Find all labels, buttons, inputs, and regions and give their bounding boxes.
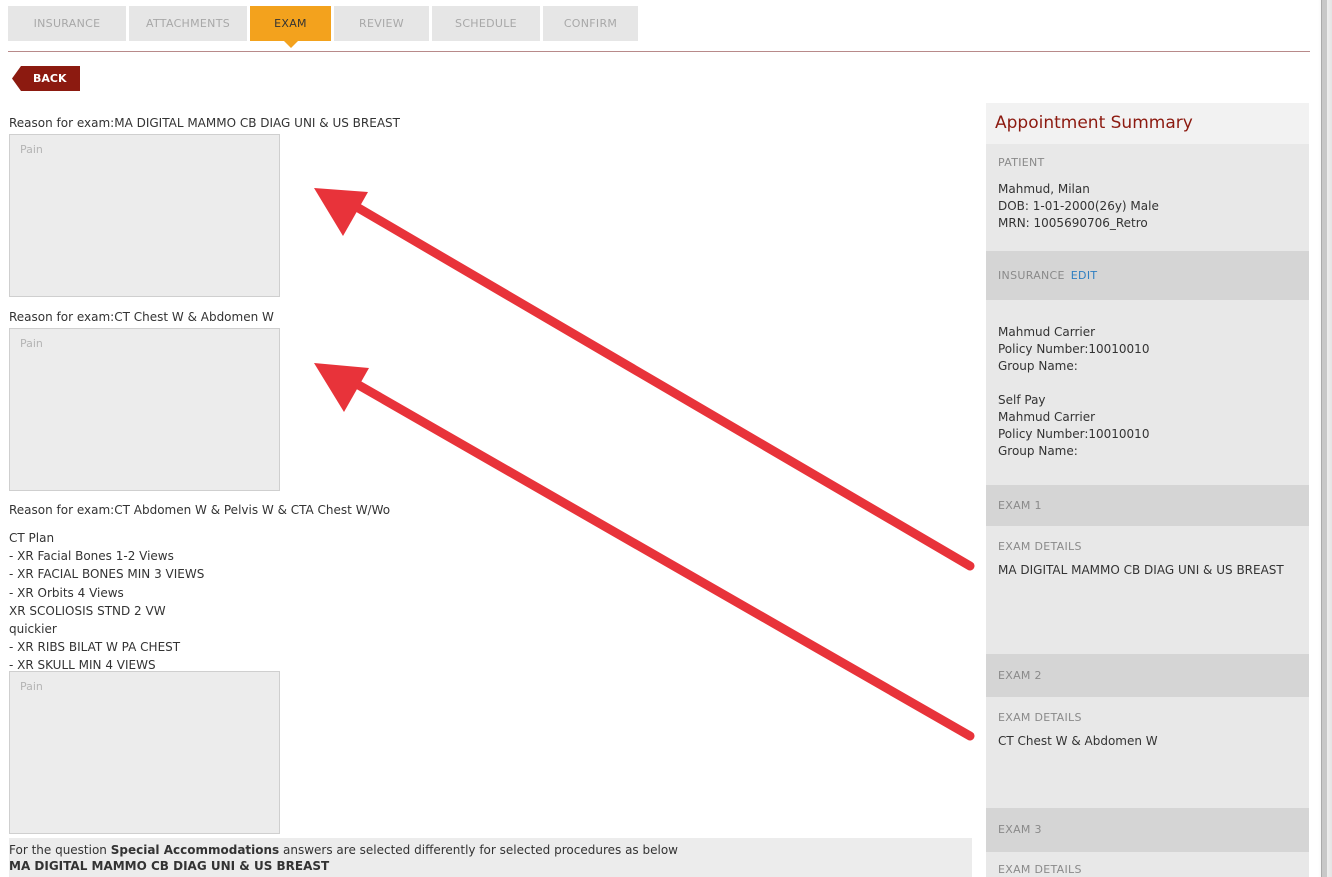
special-prefix: For the question [9,843,111,857]
exam-2-reason: Reason for exam:CT Chest W & Abdomen W [9,310,274,324]
special-question: Special Accommodations [110,843,280,857]
procedure-item: - XR Facial Bones 1-2 Views [9,549,174,564]
wizard-tabs: INSURANCE ATTACHMENTS EXAM REVIEW SCHEDU… [8,6,641,48]
insurance-entry-2: Self Pay Mahmud Carrier Policy Number:10… [998,392,1309,460]
exam-3-details-label: EXAM DETAILS [998,863,1082,876]
exam-1-details-label: EXAM DETAILS [998,540,1082,553]
exam-1-reason: Reason for exam:MA DIGITAL MAMMO CB DIAG… [9,116,400,130]
arrow-exam-1-head [314,188,368,236]
exam-2-section: EXAM DETAILS CT Chest W & Abdomen W [986,697,1309,808]
patient-dob: DOB: 1-01-2000(26y) Male [998,199,1159,213]
insurance-edit-link[interactable]: EDIT [1071,269,1098,282]
patient-name: Mahmud, Milan [998,182,1090,196]
insurance-section: Mahmud Carrier Policy Number:10010010 Gr… [986,300,1309,485]
procedure-item: quickier [9,622,57,637]
exam-1-details: MA DIGITAL MAMMO CB DIAG UNI & US BREAST [998,563,1284,577]
exam-2-details: CT Chest W & Abdomen W [998,734,1158,748]
special-suffix: answers are selected differently for sel… [279,843,678,857]
insurance-line: Group Name: [998,444,1078,458]
procedure-list: CT Plan - XR Facial Bones 1-2 Views - XR… [9,529,204,675]
arrow-exam-1-line [350,201,975,571]
procedure-item: XR SCOLIOSIS STND 2 VW [9,603,166,618]
insurance-line: Self Pay [998,393,1046,407]
exam-2-details-label: EXAM DETAILS [998,711,1082,724]
procedure-item: CT Plan [9,531,55,545]
summary-title: Appointment Summary [986,103,1309,144]
arrow-exam-2-line [350,378,975,741]
patient-section: PATIENT Mahmud, Milan DOB: 1-01-2000(26y… [986,144,1309,251]
insurance-line: Mahmud Carrier [998,410,1096,424]
tab-schedule[interactable]: SCHEDULE [432,6,540,41]
tab-confirm[interactable]: CONFIRM [543,6,638,41]
tab-review[interactable]: REVIEW [334,6,429,41]
exam-3-reason: Reason for exam:CT Abdomen W & Pelvis W … [9,503,391,517]
tab-exam[interactable]: EXAM [250,6,331,48]
arrow-exam-2-head [314,363,369,412]
insurance-band: INSURANCE EDIT [986,251,1309,300]
exam-1-section: EXAM DETAILS MA DIGITAL MAMMO CB DIAG UN… [986,526,1309,654]
vertical-scrollbar[interactable] [1321,0,1327,877]
procedure-item: - XR FACIAL BONES MIN 3 VIEWS [9,567,205,582]
exam-1-band: EXAM 1 [986,485,1309,526]
tab-attachments[interactable]: ATTACHMENTS [129,6,247,41]
insurance-entry-1: Mahmud Carrier Policy Number:10010010 Gr… [998,324,1309,375]
tab-divider [8,51,1310,52]
insurance-line: Policy Number:10010010 [998,427,1150,441]
exam-3-reason-input[interactable] [9,671,280,834]
patient-mrn: MRN: 1005690706_Retro [998,216,1148,230]
insurance-line: Group Name: [998,359,1078,373]
back-button[interactable]: BACK [12,66,80,91]
special-accommodations-note: For the question Special Accommodations … [9,838,972,877]
exam-3-band: EXAM 3 [986,808,1309,852]
patient-info: Mahmud, Milan DOB: 1-01-2000(26y) Male M… [998,181,1309,232]
procedure-item: - XR Orbits 4 Views [9,585,124,600]
insurance-line: Mahmud Carrier [998,325,1096,339]
insurance-line: Policy Number:10010010 [998,342,1150,356]
exam-2-reason-input[interactable] [9,328,280,491]
exam-2-band: EXAM 2 [986,654,1309,697]
tab-insurance[interactable]: INSURANCE [8,6,126,41]
special-procedure: MA DIGITAL MAMMO CB DIAG UNI & US BREAST [9,859,330,873]
procedure-item: - XR RIBS BILAT W PA CHEST [9,640,181,655]
exam-1-reason-input[interactable] [9,134,280,297]
exam-3-section: EXAM DETAILS [986,852,1309,877]
patient-label: PATIENT [998,156,1045,169]
insurance-label: INSURANCE [998,269,1065,282]
appointment-summary-panel: Appointment Summary PATIENT Mahmud, Mila… [986,103,1309,877]
